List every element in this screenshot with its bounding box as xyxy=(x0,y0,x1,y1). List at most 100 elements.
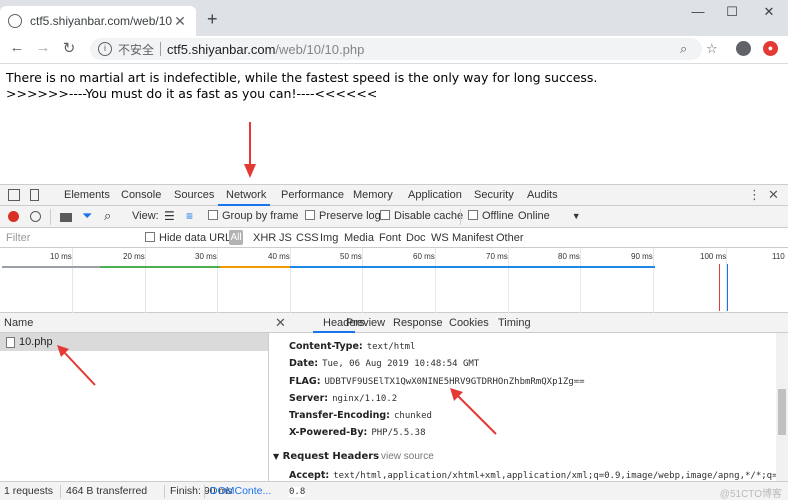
load-event-marker xyxy=(719,264,720,311)
header-row: Content-Type: text/html xyxy=(289,341,415,352)
tab-security[interactable]: Security xyxy=(474,189,514,201)
browser-tab[interactable]: ctf5.shiyanbar.com/web/10/10 ✕ xyxy=(0,6,196,36)
table-row[interactable]: 10.php xyxy=(0,333,268,351)
new-tab-icon[interactable]: + xyxy=(207,9,218,30)
checkbox-icon[interactable] xyxy=(305,210,315,220)
forward-icon[interactable]: → xyxy=(32,39,54,56)
tab-memory[interactable]: Memory xyxy=(353,189,393,201)
filter-type-other[interactable]: Other xyxy=(496,232,524,244)
close-details-icon[interactable]: ✕ xyxy=(275,315,286,331)
filter-type-img[interactable]: Img xyxy=(320,232,338,244)
filter-type-doc[interactable]: Doc xyxy=(406,232,426,244)
device-toolbar-icon[interactable] xyxy=(30,189,39,201)
detail-tabbar: ✕ Headers Preview Response Cookies Timin… xyxy=(269,313,788,333)
filter-type-font[interactable]: Font xyxy=(379,232,401,244)
details-scrollbar[interactable] xyxy=(776,333,788,481)
tab-cookies[interactable]: Cookies xyxy=(449,317,489,329)
throttling-select[interactable]: Online ▼ xyxy=(518,210,581,222)
hide-data-urls-checkbox[interactable]: Hide data URLs xyxy=(145,232,237,244)
filter-type-css[interactable]: CSS xyxy=(296,232,319,244)
tab-elements[interactable]: Elements xyxy=(64,189,110,201)
timeline-bar-connect xyxy=(100,266,220,268)
timeline-tick-label: 110 xyxy=(772,252,785,261)
minimize-icon[interactable]: — xyxy=(683,4,713,19)
timeline-tick-label: 100 ms xyxy=(700,252,727,261)
filter-type-xhr[interactable]: XHR xyxy=(253,232,276,244)
clear-icon[interactable] xyxy=(30,211,41,222)
url-host: ctf5.shiyanbar.com xyxy=(167,41,276,57)
checkbox-icon[interactable] xyxy=(468,210,478,220)
timeline-tick-label: 80 ms xyxy=(558,252,580,261)
profile-avatar-icon[interactable] xyxy=(736,41,751,56)
reload-icon[interactable]: ↻ xyxy=(58,39,80,57)
timeline-tick-label: 50 ms xyxy=(340,252,362,261)
filter-input[interactable]: Filter xyxy=(4,230,134,246)
zoom-search-icon[interactable]: ⌕ xyxy=(680,41,687,57)
filter-bar: Filter Hide data URLs All XHR JS CSS Img… xyxy=(0,228,788,248)
request-headers-section[interactable]: ▼ Request Headers xyxy=(273,451,379,462)
filter-type-ws[interactable]: WS xyxy=(431,232,449,244)
checkbox-icon[interactable] xyxy=(208,210,218,220)
scrollbar-thumb[interactable] xyxy=(778,389,786,435)
tab-sources[interactable]: Sources xyxy=(174,189,214,201)
waterfall-overview-icon[interactable]: ≡ xyxy=(186,209,193,223)
network-status-bar: 1 requests 464 B transferred Finish: 90 … xyxy=(0,481,788,500)
tab-network[interactable]: Network xyxy=(226,189,266,201)
page-text-line-2: >>>>>>----You must do it as fast as you … xyxy=(6,86,378,101)
back-icon[interactable]: ← xyxy=(6,39,28,56)
devtools-close-icon[interactable]: ✕ xyxy=(768,187,779,203)
hide-data-urls-label: Hide data URLs xyxy=(159,232,237,244)
checkbox-icon[interactable] xyxy=(145,232,155,242)
request-list: Name 10.php xyxy=(0,313,269,481)
tab-preview[interactable]: Preview xyxy=(346,317,385,329)
search-icon[interactable]: ⌕ xyxy=(104,208,111,224)
tab-timing[interactable]: Timing xyxy=(498,317,531,329)
request-count: 1 requests xyxy=(4,485,54,497)
address-bar[interactable]: i 不安全 ctf5.shiyanbar.com/web/10/10.php xyxy=(90,38,702,60)
tab-title: ctf5.shiyanbar.com/web/10/10 xyxy=(30,14,172,28)
filter-type-all[interactable]: All xyxy=(229,230,243,245)
tab-console[interactable]: Console xyxy=(121,189,161,201)
record-icon[interactable] xyxy=(8,211,19,222)
tab-response[interactable]: Response xyxy=(393,317,443,329)
inspect-element-icon[interactable] xyxy=(8,189,20,201)
checkbox-icon[interactable] xyxy=(380,210,390,220)
filter-type-media[interactable]: Media xyxy=(344,232,374,244)
request-details: ✕ Headers Preview Response Cookies Timin… xyxy=(269,313,788,481)
disable-cache-checkbox[interactable]: Disable cache xyxy=(380,210,463,222)
page-text-line-1: There is no martial art is indefectible,… xyxy=(6,70,598,85)
maximize-icon[interactable]: ☐ xyxy=(717,4,747,20)
filter-type-manifest[interactable]: Manifest xyxy=(452,232,494,244)
flag-value: UDBTVF9USElTX1QwX0NINE5HRV9GTDRHOnZhbmRm… xyxy=(324,377,585,387)
bookmark-star-icon[interactable]: ☆ xyxy=(706,41,718,57)
tab-audits[interactable]: Audits xyxy=(527,189,558,201)
timeline-bar-ssl xyxy=(220,266,290,268)
browser-toolbar: ← → ↻ i 不安全 ctf5.shiyanbar.com/web/10/10… xyxy=(0,36,788,64)
tab-application[interactable]: Application xyxy=(408,189,462,201)
group-by-frame-checkbox[interactable]: Group by frame xyxy=(208,210,298,222)
status-divider xyxy=(60,485,61,498)
filter-funnel-icon[interactable]: ⏷ xyxy=(82,208,92,224)
timeline-gridline xyxy=(217,248,218,313)
timeline-gridline xyxy=(362,248,363,313)
window-close-icon[interactable]: ✕ xyxy=(754,4,784,20)
header-row: Date: Tue, 06 Aug 2019 10:48:54 GMT xyxy=(289,358,479,369)
view-source-link[interactable]: view source xyxy=(381,451,434,462)
timeline-gridline xyxy=(145,248,146,313)
offline-checkbox[interactable]: Offline xyxy=(468,210,514,222)
close-tab-icon[interactable]: ✕ xyxy=(172,13,188,30)
preserve-log-checkbox[interactable]: Preserve log xyxy=(305,210,381,222)
timeline-overview[interactable]: 10 ms 20 ms 30 ms 40 ms 50 ms 60 ms 70 m… xyxy=(0,248,788,313)
extension-icon[interactable]: ● xyxy=(763,41,778,56)
filter-type-js[interactable]: JS xyxy=(279,232,292,244)
timeline-gridline xyxy=(290,248,291,313)
more-options-icon[interactable]: ⋮ xyxy=(748,187,761,203)
throttling-value: Online xyxy=(518,210,550,222)
info-icon[interactable]: i xyxy=(98,42,112,56)
name-column-header[interactable]: Name xyxy=(0,313,269,333)
header-row: Server: nginx/1.10.2 xyxy=(289,393,397,404)
large-rows-icon[interactable]: ☰ xyxy=(164,209,175,223)
tab-performance[interactable]: Performance xyxy=(281,189,344,201)
screenshot-camera-icon[interactable] xyxy=(60,213,72,222)
offline-label: Offline xyxy=(482,210,514,222)
